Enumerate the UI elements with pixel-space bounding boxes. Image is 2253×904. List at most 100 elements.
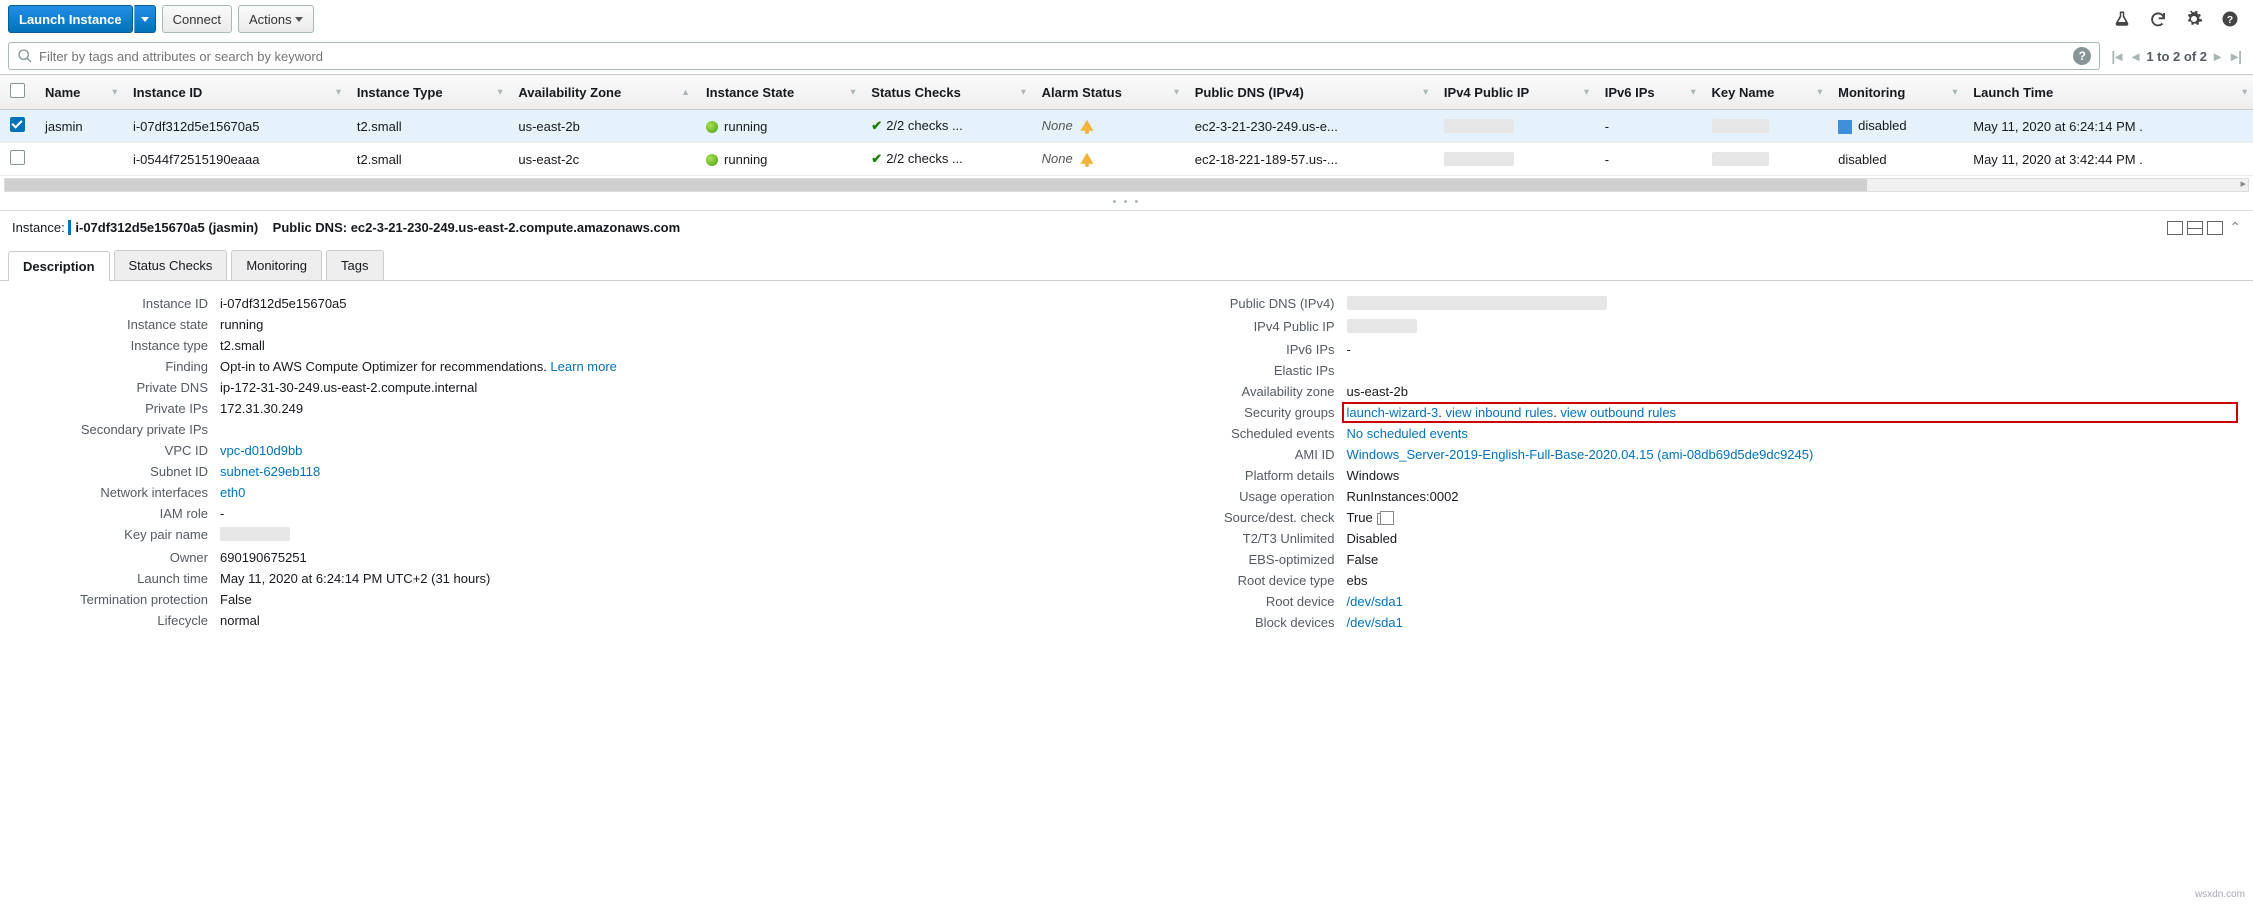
col-key-name[interactable]: Key Name▾ [1702, 75, 1829, 110]
link[interactable]: eth0 [220, 485, 245, 500]
col-ipv6-ips[interactable]: IPv6 IPs▾ [1595, 75, 1702, 110]
link[interactable]: /dev/sda1 [1347, 615, 1403, 630]
table-row[interactable]: jasmini-07df312d5e15670a5t2.smallus-east… [0, 110, 2253, 143]
connect-button[interactable]: Connect [162, 5, 232, 33]
row-checkbox[interactable] [10, 150, 25, 165]
kv-ami-id: AMI IDWindows_Server-2019-English-Full-B… [1147, 444, 2234, 465]
kv-subnet-id: Subnet IDsubnet-629eb118 [20, 461, 1107, 482]
kv-ebs-optimized: EBS-optimizedFalse [1147, 549, 2234, 570]
horizontal-scrollbar[interactable] [4, 178, 2249, 192]
col-alarm-status[interactable]: Alarm Status▾ [1032, 75, 1185, 110]
row-checkbox[interactable] [10, 117, 25, 132]
link[interactable]: vpc-d010d9bb [220, 443, 302, 458]
details-right-column: Public DNS (IPv4)IPv4 Public IPIPv6 IPs-… [1147, 293, 2234, 633]
watermark: wsxdn.com [2195, 889, 2245, 900]
details-tabs: DescriptionStatus ChecksMonitoringTags [0, 250, 2253, 281]
check-pass-icon: ✔ [871, 151, 882, 166]
monitoring-indicator [1838, 120, 1852, 134]
kv-instance-id: Instance IDi-07df312d5e15670a5 [20, 293, 1107, 314]
col-name[interactable]: Name▾ [35, 75, 123, 110]
public-dns-label: Public DNS: ec2-3-21-230-249.us-east-2.c… [273, 220, 681, 235]
kv-secondary-private-ips: Secondary private IPs [20, 419, 1107, 440]
col-instance-id[interactable]: Instance ID▾ [123, 75, 347, 110]
kv-instance-type: Instance typet2.small [20, 335, 1107, 356]
kv-block-devices: Block devices/dev/sda1 [1147, 612, 2234, 633]
tab-tags[interactable]: Tags [326, 250, 383, 280]
select-all-checkbox[interactable] [10, 83, 25, 98]
link[interactable]: launch-wizard-3 [1347, 405, 1439, 420]
actions-button[interactable]: Actions [238, 5, 314, 33]
col-instance-state[interactable]: Instance State▾ [696, 75, 861, 110]
launch-instance-button[interactable]: Launch Instance [8, 5, 133, 33]
state-running-icon [706, 121, 718, 133]
kv-source-dest-check: Source/dest. checkTrue [1147, 507, 2234, 528]
link[interactable]: /dev/sda1 [1347, 594, 1403, 609]
col-status-checks[interactable]: Status Checks▾ [861, 75, 1031, 110]
layout-bottom-icon[interactable] [2207, 221, 2223, 235]
filter-box[interactable]: ? [8, 42, 2100, 70]
redacted-value [220, 527, 290, 541]
check-pass-icon: ✔ [871, 118, 882, 133]
page-last[interactable]: ▸| [2228, 48, 2245, 65]
link[interactable]: subnet-629eb118 [220, 464, 320, 479]
gear-icon[interactable] [2185, 10, 2203, 28]
flask-icon[interactable] [2113, 10, 2131, 28]
page-first[interactable]: |◂ [2108, 48, 2125, 65]
kv-finding: FindingOpt-in to AWS Compute Optimizer f… [20, 356, 1107, 377]
kv-elastic-ips: Elastic IPs [1147, 360, 2234, 381]
col-instance-type[interactable]: Instance Type▾ [347, 75, 509, 110]
col-availability-zone[interactable]: Availability Zone▲ [508, 75, 696, 110]
filter-help-icon[interactable]: ? [2073, 47, 2091, 65]
kv-public-dns-ipv4-: Public DNS (IPv4) [1147, 293, 2234, 316]
kv-platform-details: Platform detailsWindows [1147, 465, 2234, 486]
search-icon [17, 48, 33, 64]
filter-input[interactable] [39, 49, 2069, 64]
kv-t2-t3-unlimited: T2/T3 UnlimitedDisabled [1147, 528, 2234, 549]
instance-label: Instance: i-07df312d5e15670a5 (jasmin) [12, 220, 258, 235]
link[interactable]: Learn more [550, 359, 616, 374]
col-public-dns-ipv4-[interactable]: Public DNS (IPv4)▾ [1185, 75, 1434, 110]
link[interactable]: No scheduled events [1347, 426, 1468, 441]
kv-security-groups: Security groupslaunch-wizard-3. view inb… [1147, 402, 2234, 423]
redacted-key: [redacted] [1712, 152, 1770, 166]
details-header: Instance: i-07df312d5e15670a5 (jasmin) P… [0, 210, 2253, 244]
kv-availability-zone: Availability zoneus-east-2b [1147, 381, 2234, 402]
pane-splitter[interactable]: • • • [0, 194, 2253, 210]
page-status: 1 to 2 of 2 [2146, 49, 2207, 64]
page-next[interactable]: ▸ [2211, 48, 2224, 65]
tab-status-checks[interactable]: Status Checks [114, 250, 228, 280]
kv-scheduled-events: Scheduled eventsNo scheduled events [1147, 423, 2234, 444]
kv-ipv4-public-ip: IPv4 Public IP [1147, 316, 2234, 339]
filter-row: ? |◂ ◂ 1 to 2 of 2 ▸ ▸| [0, 38, 2253, 74]
col-ipv4-public-ip[interactable]: IPv4 Public IP▾ [1434, 75, 1595, 110]
caret-down-icon [141, 17, 149, 22]
refresh-icon[interactable] [2149, 10, 2167, 28]
kv-lifecycle: Lifecyclenormal [20, 610, 1107, 631]
redacted-value [1347, 319, 1417, 333]
copy-icon[interactable] [1377, 513, 1389, 525]
redacted-value [1347, 296, 1607, 310]
state-running-icon [706, 154, 718, 166]
link[interactable]: Windows_Server-2019-English-Full-Base-20… [1347, 447, 1814, 462]
layout-full-icon[interactable] [2167, 221, 2183, 235]
launch-instance-dropdown[interactable] [134, 5, 156, 33]
help-icon[interactable]: ? [2221, 10, 2239, 28]
collapse-icon[interactable]: ⌃ [2229, 219, 2241, 236]
description-panel: Instance IDi-07df312d5e15670a5Instance s… [0, 281, 2253, 673]
link[interactable]: view outbound rules [1560, 405, 1676, 420]
kv-launch-time: Launch timeMay 11, 2020 at 6:24:14 PM UT… [20, 568, 1107, 589]
tab-monitoring[interactable]: Monitoring [231, 250, 322, 280]
col-select[interactable] [0, 75, 35, 110]
instances-table: Name▾Instance ID▾Instance Type▾Availabil… [0, 74, 2253, 176]
table-row[interactable]: i-0544f72515190eaaat2.smallus-east-2crun… [0, 143, 2253, 176]
tab-description[interactable]: Description [8, 251, 110, 281]
kv-termination-protection: Termination protectionFalse [20, 589, 1107, 610]
link[interactable]: view inbound rules [1446, 405, 1554, 420]
layout-split-icon[interactable] [2187, 221, 2203, 235]
kv-key-pair-name: Key pair name [20, 524, 1107, 547]
page-prev[interactable]: ◂ [2129, 48, 2142, 65]
col-launch-time[interactable]: Launch Time▾ [1963, 75, 2253, 110]
details-left-column: Instance IDi-07df312d5e15670a5Instance s… [20, 293, 1107, 633]
kv-owner: Owner690190675251 [20, 547, 1107, 568]
col-monitoring[interactable]: Monitoring▾ [1828, 75, 1963, 110]
